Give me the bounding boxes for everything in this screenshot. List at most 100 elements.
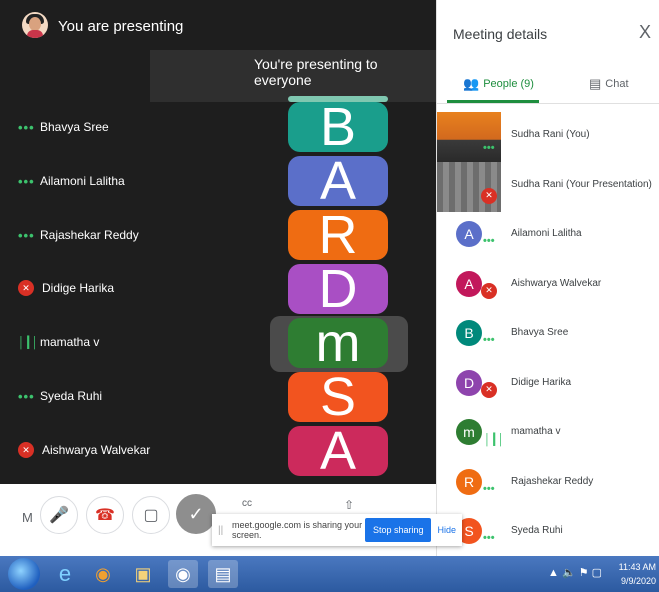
start-button[interactable] (8, 558, 40, 590)
present-icon[interactable]: ⇧ (344, 498, 354, 512)
stop-sharing-button[interactable]: Stop sharing (364, 518, 432, 542)
letter-tile: m (288, 316, 388, 370)
table-row[interactable]: R ••• Rajashekar Reddy (437, 459, 659, 509)
participant-name: Bhavya Sree (511, 327, 569, 338)
table-row[interactable]: A ••• Ailamoni Lalitha (437, 211, 659, 261)
document-icon[interactable]: ▤ (208, 560, 238, 588)
check-icon: ✓ (188, 503, 204, 524)
drag-handle-icon[interactable]: || (218, 525, 226, 536)
participant-name: Didige Harika (42, 281, 115, 295)
hide-button[interactable]: Hide (437, 525, 456, 535)
speaking-icon: │┃│ (18, 336, 39, 349)
participant-name: mamatha v (40, 335, 100, 349)
close-button[interactable]: X (639, 22, 651, 43)
table-row[interactable]: D ✕ Didige Harika (437, 360, 659, 410)
taskbar: e ◉ ▣ ◉ ▤ ▲ 🔈 ⚑ ▢ 11:43 AM 9/9/2020 (0, 556, 659, 592)
presenting-header: You are presenting (0, 0, 436, 52)
participant-name: Syeda Ruhi (40, 389, 103, 403)
list-item: ••• Bhavya Sree (18, 115, 109, 139)
participant-name: Sudha Rani (Your Presentation) (511, 178, 652, 190)
share-message: meet.google.com is sharing your screen. (232, 520, 363, 540)
table-row[interactable]: S ••• Syeda Ruhi (437, 508, 659, 558)
avatar (22, 12, 48, 38)
dots-icon: ••• (18, 227, 35, 243)
chat-icon: ▤ (589, 76, 602, 91)
meeting-details-panel: Meeting details X 👥 People (9) ▤ Chat ••… (436, 0, 659, 556)
participant-name: Bhavya Sree (40, 120, 109, 134)
participant-name: Rajashekar Reddy (511, 475, 594, 487)
hangup-icon: ☎ (95, 507, 115, 524)
camera-button[interactable]: ▢ (132, 496, 170, 534)
tab-people[interactable]: 👥 People (9) (463, 76, 534, 92)
video-thumbnail (437, 112, 501, 162)
letter-tile: A (288, 424, 388, 478)
list-item: ✕ Didige Harika (18, 276, 114, 300)
list-item: │┃│ mamatha v (18, 330, 99, 354)
list-item: ✕ Aishwarya Walvekar (18, 438, 150, 462)
letter-tile: D (288, 262, 388, 316)
captions-button[interactable]: cc (242, 498, 252, 509)
tab-divider (437, 103, 659, 104)
participant-name: mamatha v (511, 426, 561, 437)
panel-title: Meeting details (453, 26, 548, 42)
participant-name: Sudha Rani (You) (511, 129, 590, 140)
participant-name: Syeda Ruhi (511, 525, 563, 536)
participant-name: Didige Harika (511, 376, 572, 388)
avatar: B (456, 320, 482, 346)
present-check-button[interactable]: ✓ (176, 494, 216, 534)
avatar: A (456, 221, 482, 247)
dots-icon: ••• (483, 142, 495, 154)
avatar: A (456, 270, 482, 297)
dots-icon: ••• (483, 235, 495, 247)
media-icon[interactable]: ◉ (88, 560, 118, 588)
participant-name: Aishwarya Walvekar (511, 277, 602, 289)
dots-icon: ••• (18, 388, 35, 404)
table-row[interactable]: B ••• Bhavya Sree (437, 310, 659, 360)
letter-tile: R (288, 208, 388, 262)
mic-off-icon: ✕ (18, 280, 34, 296)
leave-call-button[interactable]: ☎ (86, 496, 124, 534)
folder-icon[interactable]: ▣ (128, 560, 158, 588)
more-label[interactable]: M (22, 510, 33, 525)
clock-date: 9/9/2020 (620, 576, 656, 586)
dots-icon: ••• (18, 119, 35, 135)
dots-icon: ••• (18, 173, 35, 189)
dots-icon: ••• (483, 334, 495, 346)
table-row[interactable]: ••• Sudha Rani (You) (437, 112, 659, 162)
people-icon: 👥 (463, 76, 480, 91)
dots-icon: ••• (483, 532, 495, 544)
table-row[interactable]: ✕ Sudha Rani (Your Presentation) (437, 161, 659, 212)
participant-name: Rajashekar Reddy (40, 228, 139, 242)
mic-off-icon: ✕ (481, 187, 497, 204)
table-row[interactable]: A ✕ Aishwarya Walvekar (437, 261, 659, 311)
tray-icons[interactable]: ▲ 🔈 ⚑ ▢ (548, 566, 602, 579)
presentation-stage: You are presenting You're presenting to … (0, 0, 436, 484)
mic-off-icon: ✕ (18, 442, 34, 458)
letter-tile: S (288, 370, 388, 424)
mic-button[interactable]: 🎤 (40, 496, 78, 534)
letter-tile: B (288, 100, 388, 154)
list-item: ••• Ailamoni Lalitha (18, 169, 125, 193)
camera-icon: ▢ (143, 507, 159, 524)
speaking-icon: │┃│ (484, 434, 505, 446)
avatar: m (456, 419, 482, 445)
list-item: ••• Syeda Ruhi (18, 384, 102, 408)
tab-people-label: People (9) (483, 78, 534, 90)
dots-icon: ••• (483, 482, 495, 495)
tab-chat[interactable]: ▤ Chat (589, 76, 629, 92)
participant-name: Ailamoni Lalitha (511, 228, 582, 239)
presenting-banner-text: You're presenting to everyone (254, 56, 378, 88)
list-item: ••• Rajashekar Reddy (18, 223, 139, 247)
mic-off-icon: ✕ (481, 381, 497, 398)
tab-chat-label: Chat (605, 78, 629, 90)
clock[interactable]: 11:43 AM 9/9/2020 (614, 560, 656, 588)
participant-name: Aishwarya Walvekar (42, 443, 151, 457)
table-row[interactable]: m │┃│ mamatha v (437, 409, 659, 459)
letter-tile: A (288, 154, 388, 208)
avatar: R (456, 468, 482, 495)
mic-icon: 🎤 (49, 507, 69, 524)
avatar: D (456, 369, 482, 396)
ie-icon[interactable]: e (50, 560, 80, 588)
presenting-title: You are presenting (58, 18, 184, 35)
chrome-icon[interactable]: ◉ (168, 560, 198, 588)
